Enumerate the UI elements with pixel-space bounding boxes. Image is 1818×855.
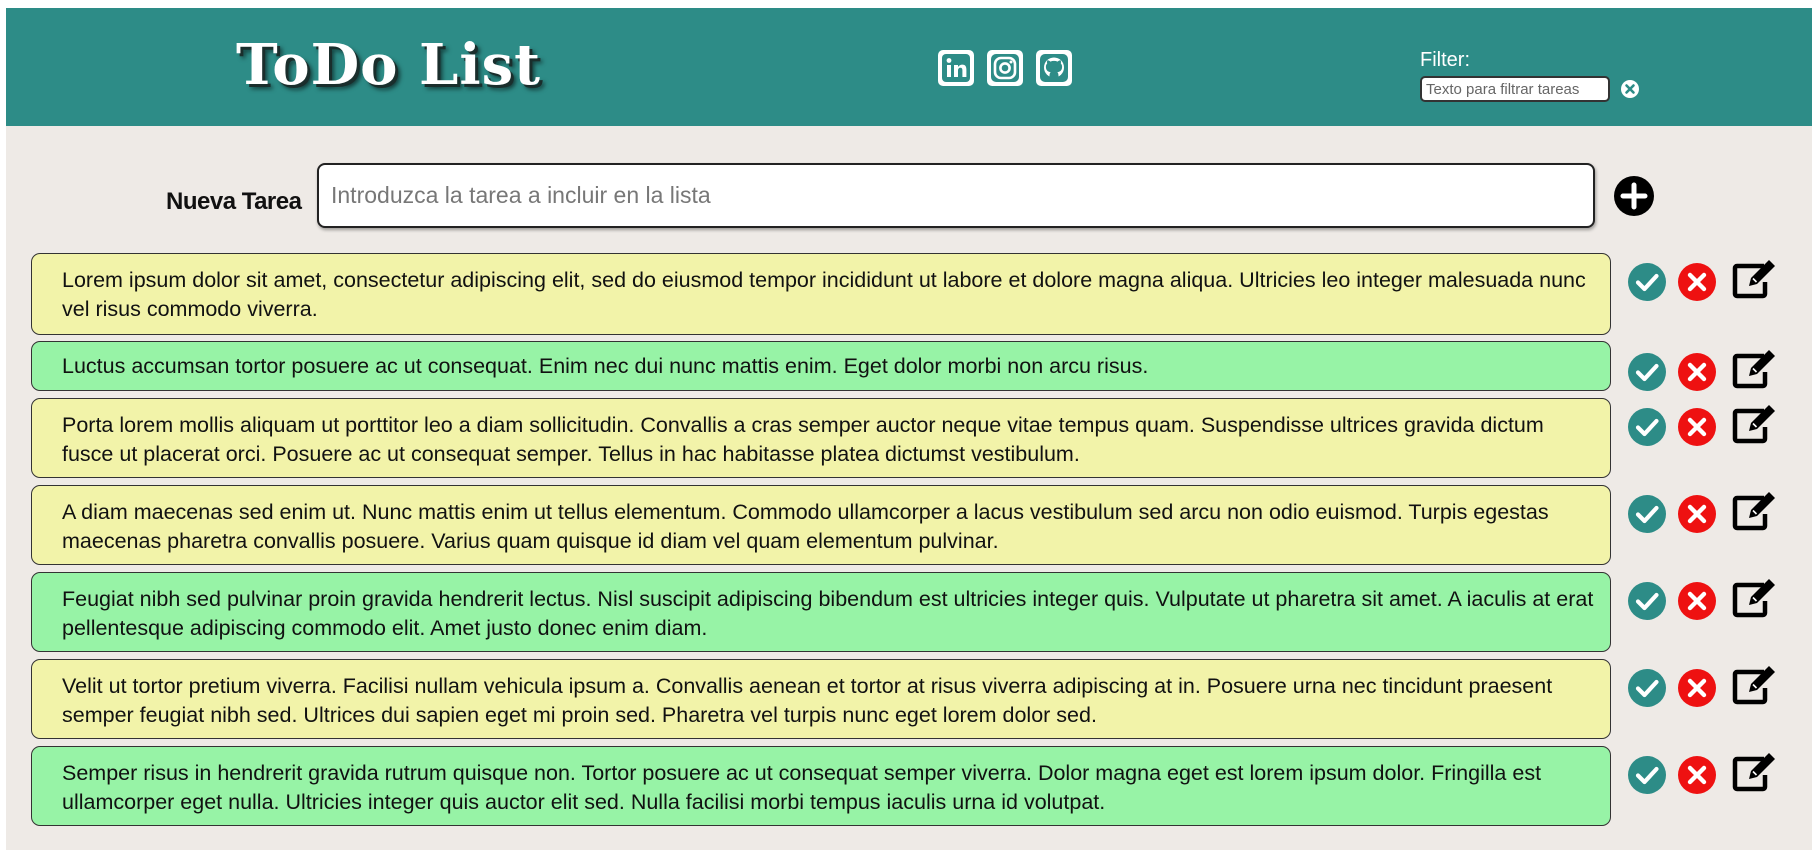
task-text: Feugiat nibh sed pulvinar proin gravida … xyxy=(62,587,1594,640)
task-text: Porta lorem mollis aliquam ut porttitor … xyxy=(62,413,1544,466)
new-task-label: Nueva Tarea xyxy=(166,188,302,215)
linkedin-icon[interactable] xyxy=(938,50,974,86)
complete-task-icon[interactable] xyxy=(1627,407,1667,452)
github-icon[interactable] xyxy=(1036,50,1072,86)
delete-task-icon[interactable] xyxy=(1677,407,1717,452)
clear-filter-icon[interactable] xyxy=(1620,79,1640,99)
task-item: Luctus accumsan tortor posuere ac ut con… xyxy=(31,341,1611,391)
social-links xyxy=(938,50,1072,86)
task-text: Semper risus in hendrerit gravida rutrum… xyxy=(62,761,1542,814)
task-item: Semper risus in hendrerit gravida rutrum… xyxy=(31,746,1611,826)
edit-task-icon[interactable] xyxy=(1731,664,1779,711)
complete-task-icon[interactable] xyxy=(1627,494,1667,539)
task-item: Feugiat nibh sed pulvinar proin gravida … xyxy=(31,572,1611,652)
complete-task-icon[interactable] xyxy=(1627,755,1667,800)
new-task-input[interactable] xyxy=(317,163,1595,228)
task-item: A diam maecenas sed enim ut. Nunc mattis… xyxy=(31,485,1611,565)
delete-task-icon[interactable] xyxy=(1677,494,1717,539)
app-container: ToDo List Filter: Texto para filtrar tar… xyxy=(6,8,1812,850)
task-text: A diam maecenas sed enim ut. Nunc mattis… xyxy=(62,500,1549,553)
filter-label: Filter: xyxy=(1420,49,1470,71)
instagram-icon[interactable] xyxy=(987,50,1023,86)
complete-task-icon[interactable] xyxy=(1627,352,1667,397)
delete-task-icon[interactable] xyxy=(1677,668,1717,713)
complete-task-icon[interactable] xyxy=(1627,668,1667,713)
plus-circle-icon xyxy=(1614,176,1654,216)
delete-task-icon[interactable] xyxy=(1677,755,1717,800)
add-task-button[interactable] xyxy=(1613,175,1655,217)
edit-task-icon[interactable] xyxy=(1731,490,1779,537)
delete-task-icon[interactable] xyxy=(1677,581,1717,626)
edit-task-icon[interactable] xyxy=(1731,258,1779,305)
filter-input[interactable] xyxy=(1420,76,1610,102)
edit-task-icon[interactable] xyxy=(1731,577,1779,624)
task-item: Lorem ipsum dolor sit amet, consectetur … xyxy=(31,253,1611,335)
edit-task-icon[interactable] xyxy=(1731,403,1779,450)
edit-task-icon[interactable] xyxy=(1731,348,1779,395)
header-bar: ToDo List Filter: Texto para filtrar tar… xyxy=(6,8,1812,126)
task-text: Lorem ipsum dolor sit amet, consectetur … xyxy=(62,268,1586,321)
task-text: Velit ut tortor pretium viverra. Facilis… xyxy=(62,674,1553,727)
task-item: Porta lorem mollis aliquam ut porttitor … xyxy=(31,398,1611,478)
task-item: Velit ut tortor pretium viverra. Facilis… xyxy=(31,659,1611,739)
app-logo: ToDo List xyxy=(236,32,542,98)
edit-task-icon[interactable] xyxy=(1731,751,1779,798)
complete-task-icon[interactable] xyxy=(1627,581,1667,626)
delete-task-icon[interactable] xyxy=(1677,352,1717,397)
task-text: Luctus accumsan tortor posuere ac ut con… xyxy=(62,354,1149,378)
complete-task-icon[interactable] xyxy=(1627,262,1667,307)
delete-task-icon[interactable] xyxy=(1677,262,1717,307)
